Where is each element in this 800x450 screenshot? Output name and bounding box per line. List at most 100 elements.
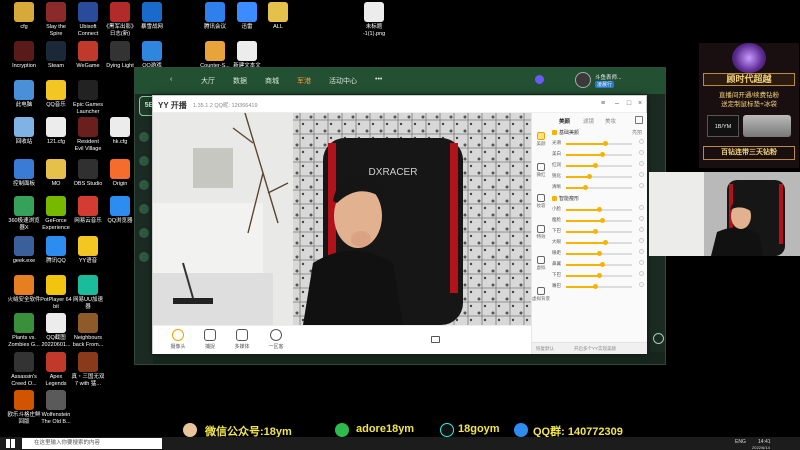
panel-side-item[interactable]: 妆容 xyxy=(532,194,550,220)
desktop-icon[interactable]: 真・三国无双 7 with 猛... xyxy=(68,352,108,387)
tool-capture[interactable]: 捕捉 xyxy=(197,329,223,350)
minimize-icon[interactable]: – xyxy=(613,100,621,108)
slider-reset-icon[interactable] xyxy=(639,227,644,232)
slider-track[interactable] xyxy=(566,141,632,146)
slider-fill xyxy=(566,176,590,178)
game-icon xyxy=(270,329,282,341)
slider-reset-icon[interactable] xyxy=(639,205,644,210)
tool-media[interactable]: 多媒体 xyxy=(229,329,255,350)
slider-track[interactable] xyxy=(566,251,632,256)
slider-row: 光滑 xyxy=(552,138,646,149)
tab-beauty[interactable]: 美颜 xyxy=(559,117,570,125)
clock-date[interactable]: 2022/6/14 xyxy=(752,445,770,450)
search-input[interactable]: 在这里输入你要搜索的内容 xyxy=(22,438,162,449)
sidebar-icon[interactable] xyxy=(139,132,149,142)
record-icon[interactable] xyxy=(431,336,440,343)
slider-track[interactable] xyxy=(566,240,632,245)
mode-select[interactable]: 亮丽 xyxy=(632,129,642,138)
slider-knob[interactable] xyxy=(593,284,599,289)
slider-reset-icon[interactable] xyxy=(639,161,644,166)
nav-lobby[interactable]: 大厅 xyxy=(201,76,215,86)
slider-reset-icon[interactable] xyxy=(639,139,644,144)
sidebar-icon[interactable] xyxy=(139,180,149,190)
tool-camera[interactable]: 摄像头 xyxy=(165,329,191,350)
refresh-icon[interactable] xyxy=(653,333,664,344)
panel-side-item[interactable]: 美颜 xyxy=(532,132,550,158)
slider-track[interactable] xyxy=(566,262,632,267)
checkbox[interactable] xyxy=(552,196,557,202)
maximize-icon[interactable]: □ xyxy=(625,100,633,108)
slider-knob[interactable] xyxy=(583,185,589,190)
reset-default[interactable]: 恢复默认 xyxy=(536,346,554,352)
menu-icon[interactable]: ≡ xyxy=(599,100,607,108)
desktop-icon[interactable]: 未标题 -1(1).png xyxy=(354,2,394,37)
slider-reset-icon[interactable] xyxy=(639,249,644,254)
sidebar-icon[interactable] xyxy=(139,228,149,238)
panel-side-item[interactable]: 特效 xyxy=(532,225,550,251)
slider-reset-icon[interactable] xyxy=(639,238,644,243)
slider-reset-icon[interactable] xyxy=(639,150,644,155)
nav-store[interactable]: 商城 xyxy=(265,76,279,86)
input-language[interactable]: ENG xyxy=(735,439,746,445)
nav-back-icon[interactable]: ‹ xyxy=(170,76,172,83)
yy-live-window[interactable]: YY 开播 1.35.1.2 QQ昵: 12t366419 ≡ – □ × DX… xyxy=(152,95,647,354)
slider-track[interactable] xyxy=(566,229,632,234)
desktop-icon[interactable]: 暴雪战网 xyxy=(132,2,172,31)
slider-knob[interactable] xyxy=(596,273,602,278)
nav-data[interactable]: 数据 xyxy=(233,76,247,86)
slider-reset-icon[interactable] xyxy=(639,172,644,177)
sidebar-icon[interactable] xyxy=(139,252,149,262)
app-icon xyxy=(14,2,34,22)
avatar[interactable] xyxy=(575,72,591,88)
nav-harbor[interactable]: 军港 xyxy=(297,76,311,86)
desktop-icon[interactable]: QQ游戏 xyxy=(132,41,172,70)
slider-knob[interactable] xyxy=(603,141,609,146)
desktop-icon[interactable]: Neighbours back From... xyxy=(68,313,108,348)
notify-icon[interactable] xyxy=(535,75,544,84)
slider-knob[interactable] xyxy=(599,262,605,267)
slider-knob[interactable] xyxy=(603,240,609,245)
panel-side-item[interactable]: 虚拟 xyxy=(532,256,550,282)
slider-track[interactable] xyxy=(566,207,632,212)
slider-reset-icon[interactable] xyxy=(639,260,644,265)
checkbox[interactable] xyxy=(552,130,557,136)
panel-side-icon xyxy=(537,287,545,295)
slider-track[interactable] xyxy=(566,174,632,179)
desktop-icon[interactable]: 网易UU加速 器 xyxy=(68,275,108,310)
close-icon[interactable]: × xyxy=(636,100,644,108)
desktop-icon[interactable]: 新建文本文 xyxy=(227,41,267,70)
slider-knob[interactable] xyxy=(586,174,592,179)
panel-side-item[interactable]: 虚拟背景 xyxy=(532,287,550,313)
slider-knob[interactable] xyxy=(596,251,602,256)
tool-game[interactable]: 一区客 xyxy=(263,329,289,350)
tab-filter[interactable]: 滤镜 xyxy=(583,117,594,125)
slider-track[interactable] xyxy=(566,163,632,168)
tab-makeup[interactable]: 美妆 xyxy=(605,117,616,125)
desktop-icon[interactable]: YY语音 xyxy=(68,236,108,265)
slider-track[interactable] xyxy=(566,152,632,157)
slider-track[interactable] xyxy=(566,284,632,289)
slider-knob[interactable] xyxy=(593,229,599,234)
slider-knob[interactable] xyxy=(599,218,605,223)
slider-knob[interactable] xyxy=(596,207,602,212)
desktop-icon[interactable]: Wolfenstein The Old B... xyxy=(36,390,76,425)
slider-track[interactable] xyxy=(566,185,632,190)
slider-knob[interactable] xyxy=(593,163,599,168)
slider-track[interactable] xyxy=(566,273,632,278)
sidebar-icon[interactable] xyxy=(139,204,149,214)
nav-activity[interactable]: 活动中心 xyxy=(329,76,357,86)
nav-more[interactable]: ••• xyxy=(375,76,382,83)
compare-icon[interactable] xyxy=(635,116,643,124)
sidebar-icon[interactable] xyxy=(139,156,149,166)
slider-reset-icon[interactable] xyxy=(639,271,644,276)
promo-banner: 顾时代超越 直播间开通/续费钻粉 送定制鼠标垫+冰袋 1B/YM 百钻连带三天钻粉 xyxy=(699,43,799,168)
slider-reset-icon[interactable] xyxy=(639,183,644,188)
desktop-icon[interactable]: Epic Games Launcher xyxy=(68,80,108,115)
slider-reset-icon[interactable] xyxy=(639,216,644,221)
slider-track[interactable] xyxy=(566,218,632,223)
panel-side-item[interactable]: 微红 xyxy=(532,163,550,189)
slider-reset-icon[interactable] xyxy=(639,282,644,287)
windows-start-icon[interactable] xyxy=(6,439,15,448)
desktop-icon[interactable]: ALL xyxy=(258,2,298,31)
slider-knob[interactable] xyxy=(599,152,605,157)
